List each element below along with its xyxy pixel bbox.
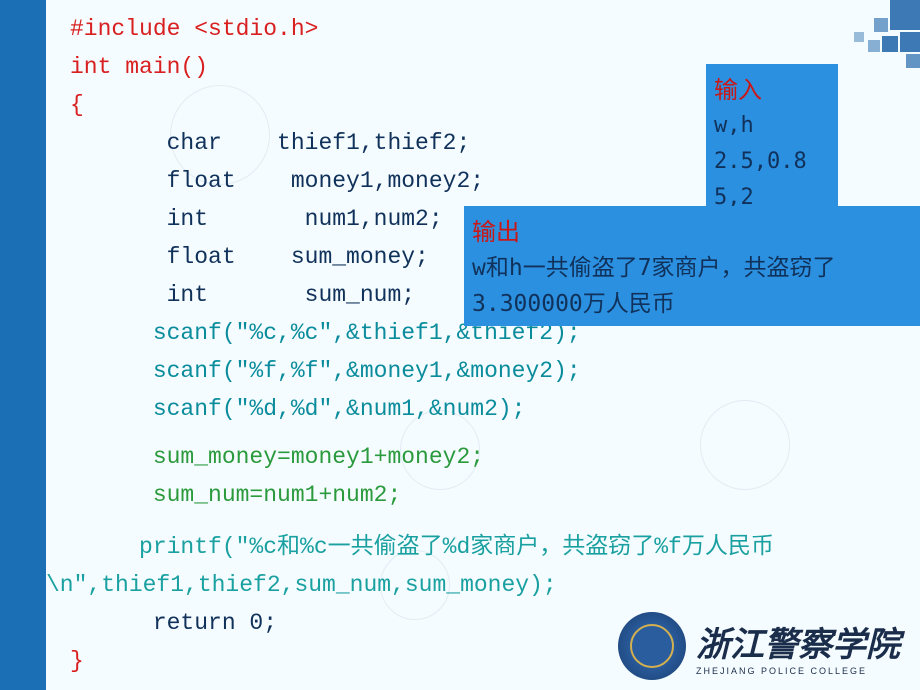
logo-text-group: 浙江警察学院 ZHEJIANG POLICE COLLEGE xyxy=(696,617,900,676)
code-line-printf-b: \n",thief1,thief2,sum_num,sum_money); xyxy=(46,566,916,604)
code-line-scanf3: scanf("%d,%d",&num1,&num2); xyxy=(70,390,916,428)
output-title: 输出 xyxy=(472,214,912,250)
logo-badge-icon xyxy=(618,612,686,680)
code-line-calc1: sum_money=money1+money2; xyxy=(70,438,916,476)
logo-subtext: ZHEJIANG POLICE COLLEGE xyxy=(696,666,900,676)
logo-text: 浙江警察学院 xyxy=(696,617,900,666)
code-line-printf-a: printf("%c和%c一共偷盗了%d家商户，共盗窃了%f万人民币 xyxy=(70,528,916,566)
code-line-include: #include <stdio.h> xyxy=(70,10,916,48)
output-line: w和h一共偷盗了7家商户，共盗窃了 xyxy=(472,250,912,286)
left-sidebar xyxy=(0,0,46,690)
output-line: 3.300000万人民币 xyxy=(472,286,912,322)
input-line: 2.5,0.8 xyxy=(714,144,830,180)
code-line-calc2: sum_num=num1+num2; xyxy=(70,476,916,514)
input-line: w,h xyxy=(714,108,830,144)
input-box: 输入 w,h 2.5,0.8 5,2 xyxy=(706,64,838,212)
input-title: 输入 xyxy=(714,72,830,108)
code-line-scanf2: scanf("%f,%f",&money1,&money2); xyxy=(70,352,916,390)
output-box: 输出 w和h一共偷盗了7家商户，共盗窃了 3.300000万人民币 xyxy=(464,206,920,326)
logo-area: 浙江警察学院 ZHEJIANG POLICE COLLEGE xyxy=(618,612,900,680)
